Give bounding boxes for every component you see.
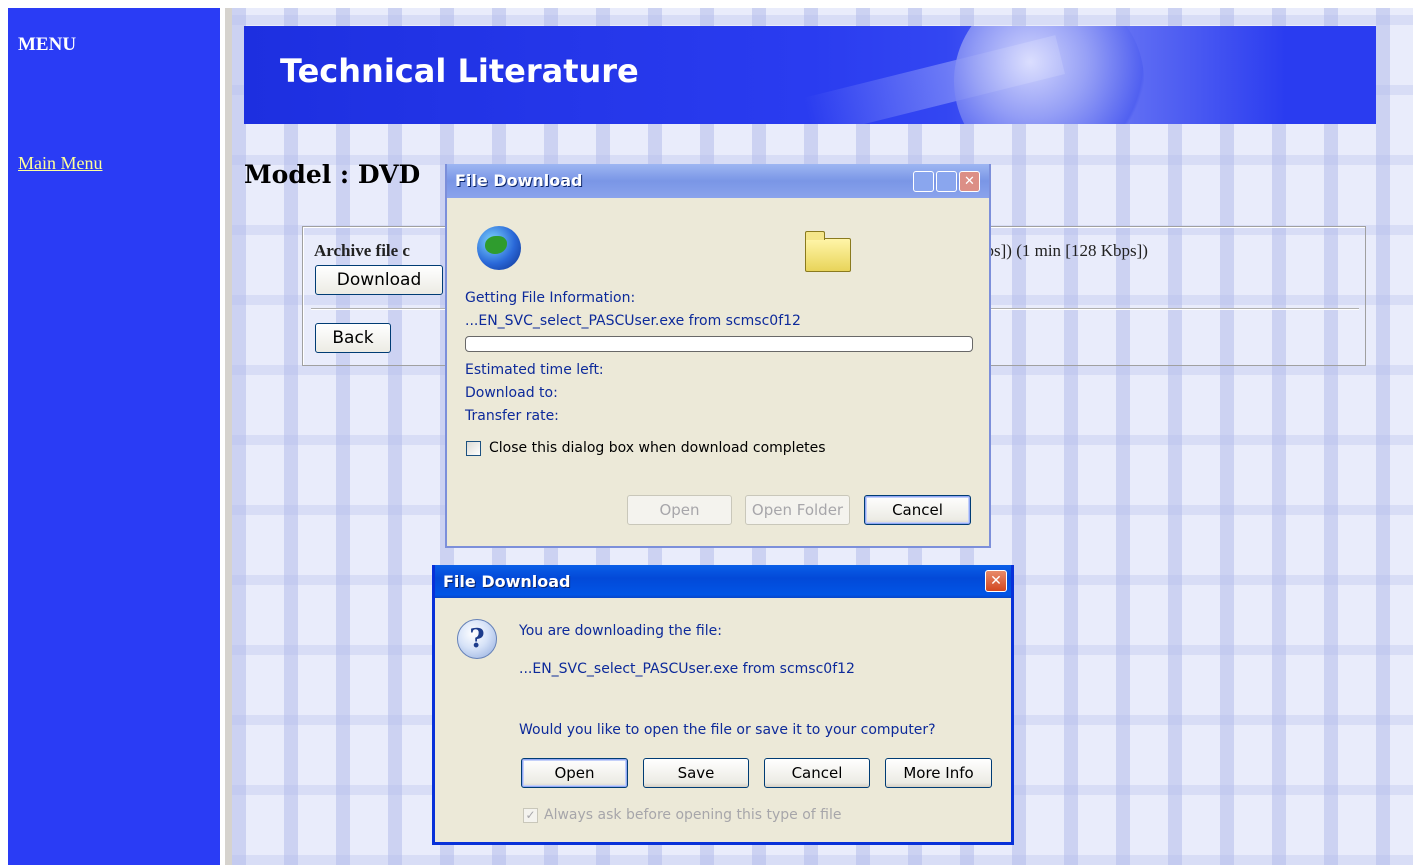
always-ask-label: Always ask before opening this type of f…	[544, 807, 842, 823]
folder-icon	[805, 231, 851, 272]
file-download-question-dialog: File Download ✕ ? You are downloading th…	[432, 565, 1014, 845]
close-icon[interactable]: ✕	[985, 570, 1007, 592]
menu-title: MENU	[18, 34, 77, 55]
progress-dialog-title: File Download	[455, 171, 583, 190]
always-ask-checkbox[interactable]: ✓	[523, 808, 538, 823]
save-button[interactable]: Save	[643, 758, 749, 788]
download-button[interactable]: Download	[315, 265, 443, 295]
getting-info-label: Getting File Information:	[465, 290, 636, 306]
archive-label: Archive file c	[314, 241, 410, 260]
globe-icon	[477, 226, 521, 270]
close-when-complete-checkbox[interactable]	[466, 441, 481, 456]
banner: Technical Literature	[244, 26, 1376, 124]
progress-cancel-button[interactable]: Cancel	[864, 495, 971, 525]
banner-title: Technical Literature	[280, 52, 639, 90]
close-icon[interactable]: ✕	[959, 171, 980, 192]
menu-frame: MENU Main Menu	[8, 8, 220, 865]
download-to-label: Download to:	[465, 385, 558, 401]
archive-rate-text: bps]) (1 min [128 Kbps])	[977, 241, 1148, 260]
downloading-file-label: You are downloading the file:	[519, 623, 722, 639]
download-progress-bar	[465, 336, 973, 352]
question-icon: ?	[457, 619, 497, 659]
progress-file-name: ...EN_SVC_select_PASCUser.exe from scmsc…	[465, 313, 801, 329]
question-file-name: ...EN_SVC_select_PASCUser.exe from scmsc…	[519, 661, 855, 677]
cancel-button[interactable]: Cancel	[764, 758, 870, 788]
minimize-icon[interactable]	[913, 171, 934, 192]
open-button-disabled[interactable]: Open	[627, 495, 732, 525]
file-download-progress-dialog: File Download ✕ Getting File Information…	[445, 164, 991, 548]
question-dialog-titlebar[interactable]: File Download ✕	[435, 565, 1011, 598]
question-dialog-title: File Download	[443, 572, 571, 591]
open-folder-button-disabled[interactable]: Open Folder	[745, 495, 850, 525]
estimated-time-label: Estimated time left:	[465, 362, 604, 378]
transfer-rate-label: Transfer rate:	[465, 408, 559, 424]
open-or-save-question: Would you like to open the file or save …	[519, 722, 936, 738]
back-button[interactable]: Back	[315, 323, 391, 353]
progress-dialog-titlebar[interactable]: File Download ✕	[447, 164, 989, 198]
open-button[interactable]: Open	[521, 758, 628, 788]
main-menu-link[interactable]: Main Menu	[18, 153, 103, 174]
globe-graphic	[954, 26, 1144, 124]
model-heading: Model : DVD	[244, 160, 421, 189]
close-when-complete-label: Close this dialog box when download comp…	[489, 440, 826, 456]
maximize-icon	[936, 171, 957, 192]
more-info-button[interactable]: More Info	[885, 758, 992, 788]
